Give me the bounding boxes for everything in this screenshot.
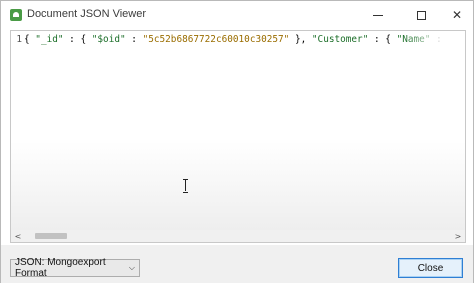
editor-background xyxy=(11,141,465,231)
json-token: "_id" xyxy=(35,34,64,45)
horizontal-scrollbar[interactable]: < > xyxy=(11,230,465,242)
json-token: : xyxy=(125,34,143,45)
json-token: }, xyxy=(289,34,312,45)
json-token: : { xyxy=(63,34,92,45)
line-number: 1 xyxy=(16,34,22,45)
scroll-left-arrow-icon[interactable]: < xyxy=(11,230,25,242)
footer-bar: JSON: Mongoexport Format ⌵ Close xyxy=(1,245,473,283)
app-icon xyxy=(10,9,22,21)
code-line: 1{ "_id" : { "$oid" : "5c52b6867722c6001… xyxy=(11,33,461,47)
json-token: : { xyxy=(368,34,397,45)
json-token: "Customer" xyxy=(311,34,369,45)
text-overflow-fade xyxy=(403,33,463,47)
maximize-icon xyxy=(416,10,426,20)
window-title: Document JSON Viewer xyxy=(27,8,147,20)
minimize-button[interactable] xyxy=(359,1,397,29)
scroll-right-arrow-icon[interactable]: > xyxy=(451,230,465,242)
close-window-button[interactable]: ✕ xyxy=(438,1,474,29)
close-icon: ✕ xyxy=(451,8,463,22)
maximize-button[interactable] xyxy=(402,1,440,29)
json-viewer-window: Document JSON Viewer ✕ 1{ "_id" : { "$oi… xyxy=(0,0,474,283)
chevron-down-icon: ⌵ xyxy=(128,263,135,272)
json-token: "$oid" xyxy=(91,34,126,45)
text-cursor-icon xyxy=(183,179,189,193)
minimize-icon xyxy=(373,14,383,16)
json-text: { "_id" : { "$oid" : "5c52b6867722c60010… xyxy=(24,34,453,45)
format-selected-value: JSON: Mongoexport Format xyxy=(15,257,106,279)
close-button[interactable]: Close xyxy=(398,258,463,278)
format-dropdown[interactable]: JSON: Mongoexport Format ⌵ xyxy=(10,257,140,279)
json-editor[interactable]: 1{ "_id" : { "$oid" : "5c52b6867722c6001… xyxy=(10,30,466,243)
json-token: "5c52b6867722c60010c30257" xyxy=(142,34,290,45)
scrollbar-thumb[interactable] xyxy=(35,233,67,239)
title-bar[interactable]: Document JSON Viewer ✕ xyxy=(1,1,473,29)
json-token: { xyxy=(24,34,36,45)
